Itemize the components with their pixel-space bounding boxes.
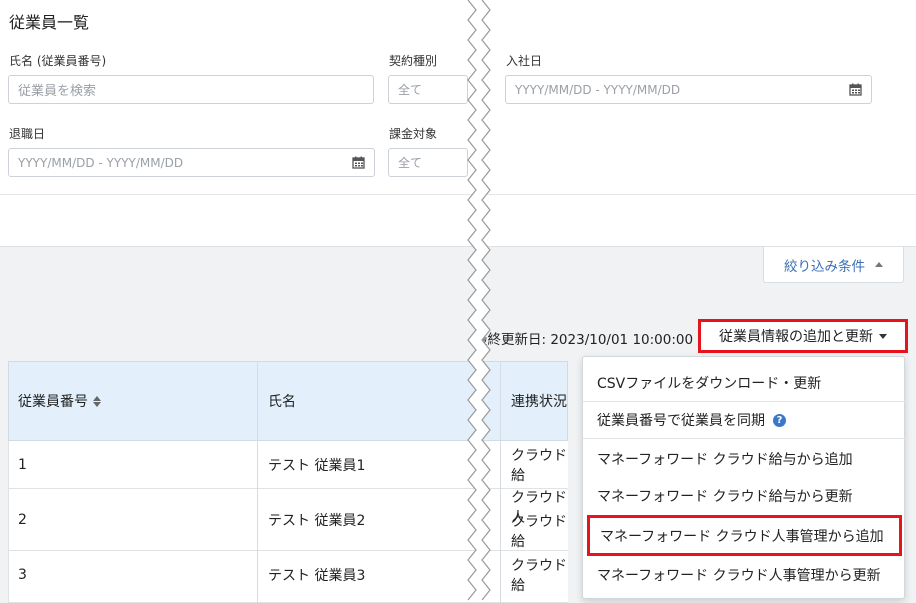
join-date-label: 入社日 <box>506 54 543 68</box>
filter-divider <box>0 194 916 195</box>
caret-down-icon <box>879 333 887 339</box>
employee-number-cell: 3 <box>18 567 27 583</box>
employee-number-cell: 1 <box>18 457 27 473</box>
column-header-name: 氏名 <box>268 394 296 410</box>
employee-number-cell: 2 <box>18 512 27 528</box>
contract-type-select[interactable]: 全て <box>388 75 468 104</box>
page-title: 従業員一覧 <box>9 13 90 32</box>
menu-item-csv-download-update[interactable]: CSVファイルをダウンロード・更新 <box>583 365 906 402</box>
employee-name-cell[interactable]: テスト 従業員2 <box>268 489 365 551</box>
menu-item-add-from-hr[interactable]: マネーフォワード クラウド人事管理から追加 <box>587 515 902 556</box>
employee-search-input[interactable]: 従業員を検索 <box>8 75 374 104</box>
menu-item-add-from-payroll[interactable]: マネーフォワード クラウド給与から追加 <box>583 440 906 477</box>
filter-toggle-label: 絞り込み条件 <box>784 258 865 275</box>
retire-date-label: 退職日 <box>9 127 46 141</box>
column-divider <box>257 361 258 603</box>
column-divider <box>500 361 501 603</box>
link-status-cell: クラウド給 <box>511 558 567 594</box>
billing-target-select[interactable]: 全て <box>388 148 468 177</box>
name-filter-label: 氏名 (従業員番号) <box>9 54 107 68</box>
link-status-cell: クラウド給 <box>511 448 567 484</box>
sort-icon[interactable] <box>93 395 101 407</box>
menu-item-sync-by-employee-number[interactable]: 従業員番号で従業員を同期 ? <box>583 402 906 439</box>
column-header-link-status: 連携状況 <box>511 394 567 410</box>
calendar-icon[interactable] <box>849 83 862 96</box>
contract-type-label: 契約種別 <box>389 54 438 68</box>
join-date-range-input[interactable]: YYYY/MM/DD - YYYY/MM/DD <box>505 75 872 104</box>
caret-up-icon <box>875 262 883 267</box>
retire-date-range-input[interactable]: YYYY/MM/DD - YYYY/MM/DD <box>8 148 375 177</box>
calendar-icon[interactable] <box>352 156 365 169</box>
column-header-employee-number[interactable]: 従業員番号 <box>18 361 101 441</box>
add-update-dropdown-menu: CSVファイルをダウンロード・更新 従業員番号で従業員を同期 ? マネーフォワー… <box>582 356 906 599</box>
add-update-employee-label: 従業員情報の追加と更新 <box>719 329 873 345</box>
cut-indicator <box>467 0 491 601</box>
employee-name-cell[interactable]: テスト 従業員1 <box>268 441 365 489</box>
add-update-employee-button[interactable]: 従業員情報の追加と更新 <box>698 319 908 353</box>
link-status-cell: クラウド給 <box>511 514 567 550</box>
filter-toggle-button[interactable]: 絞り込み条件 <box>763 247 904 283</box>
last-updated-text: 最終更新日: 2023/10/01 10:00:00 <box>474 332 694 348</box>
employee-name-cell[interactable]: テスト 従業員3 <box>268 551 365 599</box>
billing-target-label: 課金対象 <box>389 127 438 141</box>
help-icon[interactable]: ? <box>773 413 786 427</box>
menu-item-update-from-payroll[interactable]: マネーフォワード クラウド給与から更新 <box>583 477 906 514</box>
menu-item-update-from-hr[interactable]: マネーフォワード クラウド人事管理から更新 <box>583 556 906 593</box>
